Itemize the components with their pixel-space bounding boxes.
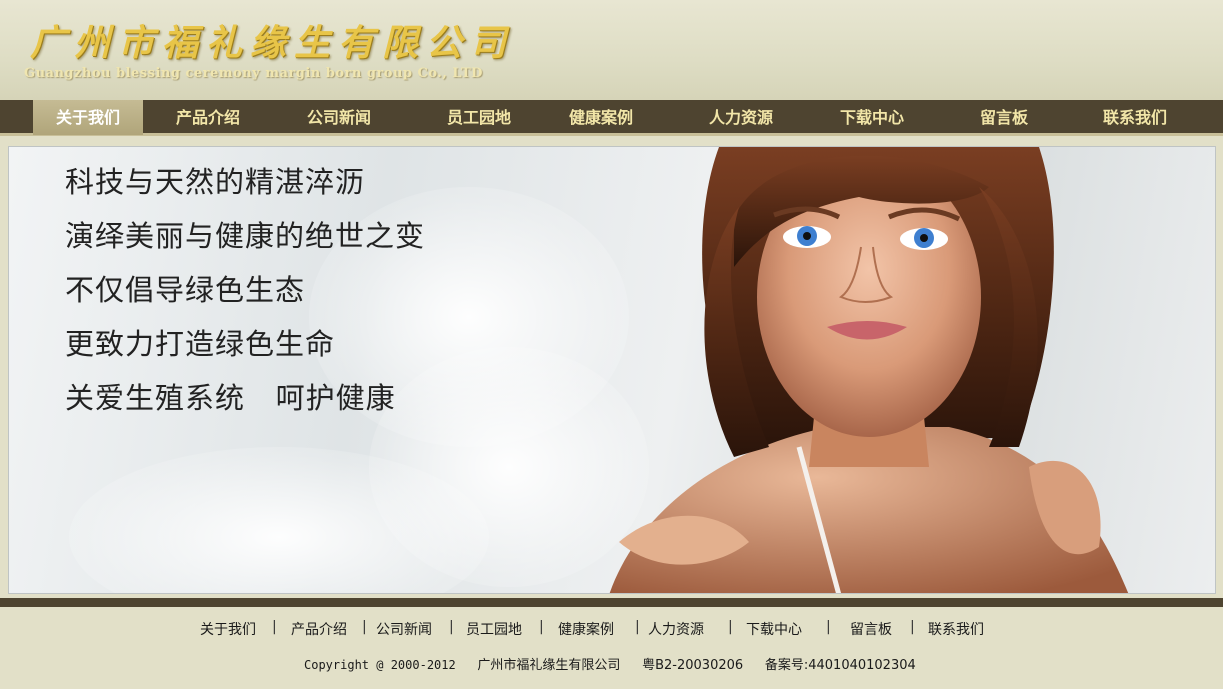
nav-item-guestbook[interactable]: 留言板: [951, 100, 1057, 135]
footer-separator: |: [539, 619, 544, 635]
record-number: 备案号:4401040102304: [764, 658, 916, 673]
banner-line: 更致力打造绿色生命: [65, 327, 336, 361]
footer-separator: |: [449, 619, 454, 635]
company-english-name: Guangzhou blessing ceremony margin born …: [24, 66, 483, 81]
banner-line: 演绎美丽与健康的绝世之变: [65, 219, 426, 253]
nav-item-about[interactable]: 关于我们: [33, 100, 143, 135]
footer-link-contact[interactable]: 联系我们: [928, 619, 984, 639]
footer-link-about[interactable]: 关于我们: [200, 619, 256, 639]
header: 广州市福礼缘生有限公司 Guangzhou blessing ceremony …: [0, 0, 1223, 100]
nav-item-contact[interactable]: 联系我们: [1082, 100, 1188, 135]
nav-item-staff[interactable]: 员工园地: [426, 100, 532, 135]
banner-slogan: 科技与天然的精湛淬沥 演绎美丽与健康的绝世之变 不仅倡导绿色生态 更致力打造绿色…: [65, 155, 425, 425]
nav-item-health-cases[interactable]: 健康案例: [548, 100, 654, 135]
footer-link-staff[interactable]: 员工园地: [466, 619, 522, 639]
footer-link-news[interactable]: 公司新闻: [376, 619, 432, 639]
footer-separator: |: [910, 619, 915, 635]
nav-item-download[interactable]: 下载中心: [819, 100, 925, 135]
footer-link-guestbook[interactable]: 留言板: [850, 619, 892, 639]
footer-link-products[interactable]: 产品介绍: [291, 619, 347, 639]
footer-separator: |: [362, 619, 367, 635]
footer-separator: |: [826, 619, 831, 635]
footer-divider: [0, 598, 1223, 607]
footer-link-health-cases[interactable]: 健康案例: [558, 619, 614, 639]
footer-link-download[interactable]: 下载中心: [746, 619, 802, 639]
woman-portrait-image: [609, 147, 1129, 593]
footer-company-name: 广州市福礼缘生有限公司: [477, 658, 621, 673]
banner-line: 不仅倡导绿色生态: [65, 273, 306, 307]
nav-item-news[interactable]: 公司新闻: [286, 100, 392, 135]
company-logo-title: 广州市福礼缘生有限公司: [30, 22, 515, 64]
footer-separator: |: [728, 619, 733, 635]
main-nav: 关于我们 产品介绍 公司新闻 员工园地 健康案例 人力资源 下载中心 留言板 联…: [0, 100, 1223, 136]
banner-line: 科技与天然的精湛淬沥: [65, 165, 366, 199]
hero-banner: 科技与天然的精湛淬沥 演绎美丽与健康的绝世之变 不仅倡导绿色生态 更致力打造绿色…: [8, 146, 1216, 594]
footer-nav: 关于我们 | 产品介绍 | 公司新闻 | 员工园地 | 健康案例 | 人力资源 …: [0, 619, 1223, 639]
footer-link-hr[interactable]: 人力资源: [648, 619, 704, 639]
nav-item-hr[interactable]: 人力资源: [688, 100, 794, 135]
nav-item-products[interactable]: 产品介绍: [155, 100, 261, 135]
footer-separator: |: [635, 619, 640, 635]
copyright-text: Copyright @ 2000-2012: [304, 658, 456, 672]
copyright-line: Copyright @ 2000-2012 广州市福礼缘生有限公司 粤B2-20…: [304, 654, 916, 673]
icp-license: 粤B2-20030206: [642, 658, 744, 673]
banner-line: 关爱生殖系统 呵护健康: [65, 381, 396, 415]
footer-separator: |: [272, 619, 277, 635]
page: 广州市福礼缘生有限公司 Guangzhou blessing ceremony …: [0, 0, 1223, 689]
